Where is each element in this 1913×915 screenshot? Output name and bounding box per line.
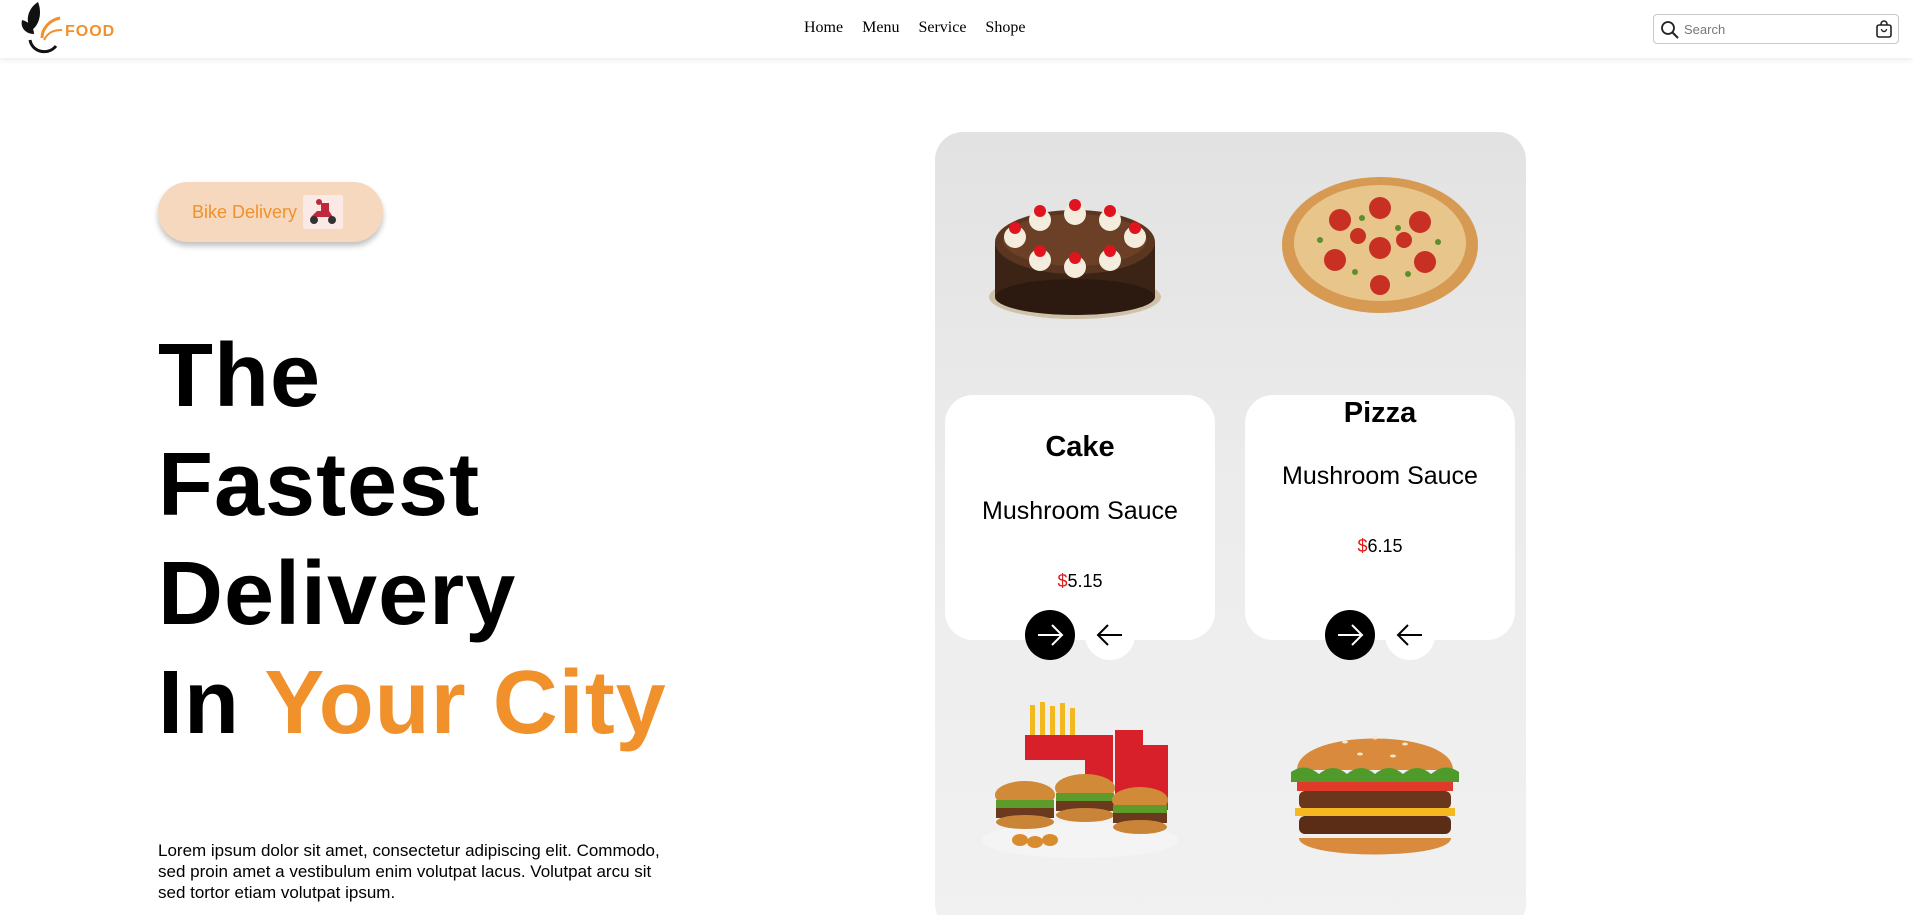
prev-arrow-button[interactable] <box>1085 610 1135 660</box>
price-value: 5.15 <box>1067 571 1103 591</box>
hero-line-4: In Your City <box>158 649 667 758</box>
hero-line-1: The <box>158 326 322 426</box>
menu-card-cake[interactable]: Cake Mushroom Sauce $5.15 <box>945 395 1215 640</box>
search-icon[interactable] <box>1660 20 1680 40</box>
header: FOOD Home Menu Service Shope <box>0 0 1913 58</box>
card-name: Cake <box>1045 431 1115 463</box>
prev-arrow-button[interactable] <box>1385 610 1435 660</box>
shopping-bag-icon[interactable] <box>1875 20 1893 38</box>
arrow-left-icon <box>1096 624 1122 646</box>
delivery-bike-icon <box>303 195 343 229</box>
currency-symbol: $ <box>1357 536 1368 556</box>
card-price: $5.15 <box>945 571 1215 592</box>
nav-home[interactable]: Home <box>804 19 843 37</box>
card-subtitle: Mushroom Sauce <box>982 497 1178 525</box>
arrow-left-icon <box>1396 624 1422 646</box>
hero-description: Lorem ipsum dolor sit amet, consectetur … <box>158 841 660 902</box>
card-price: $6.15 <box>1245 536 1515 557</box>
menu-panel: Cake Mushroom Sauce $5.15 Pizza Mushroom… <box>935 132 1526 915</box>
nav-menu[interactable]: Menu <box>862 19 899 37</box>
hero-line-2: Fastest <box>158 435 481 535</box>
hero-line-3: Delivery <box>158 544 517 644</box>
arrow-right-icon <box>1338 624 1364 646</box>
card-name: Pizza <box>1343 397 1417 429</box>
logo-text: FOOD <box>65 23 116 40</box>
arrow-right-icon <box>1038 624 1064 646</box>
card-subtitle: Mushroom Sauce <box>1282 462 1478 490</box>
menu-card-pizza[interactable]: Pizza Mushroom Sauce $6.15 <box>1245 395 1515 640</box>
nav-shope[interactable]: Shope <box>985 19 1025 37</box>
bike-delivery-badge[interactable]: Bike Delivery <box>158 182 383 242</box>
price-value: 6.15 <box>1367 536 1403 556</box>
search-box <box>1653 14 1899 44</box>
badge-label: Bike Delivery <box>192 202 298 222</box>
next-arrow-button[interactable] <box>1325 610 1375 660</box>
cake-image <box>989 199 1161 319</box>
pizza-image <box>1282 177 1478 313</box>
hero-accent-text: Your City <box>264 653 667 753</box>
hero-heading: The Fastest Delivery In Your City <box>158 322 667 758</box>
main-nav: Home Menu Service Shope <box>804 19 1025 37</box>
burger-image <box>1291 736 1459 855</box>
currency-symbol: $ <box>1057 571 1068 591</box>
nav-service[interactable]: Service <box>918 19 966 37</box>
logo[interactable]: FOOD <box>18 0 128 58</box>
burger-combo-image <box>982 702 1178 858</box>
next-arrow-button[interactable] <box>1025 610 1075 660</box>
search-input[interactable] <box>1684 19 1864 39</box>
hero-line-4-prefix: In <box>158 653 265 753</box>
